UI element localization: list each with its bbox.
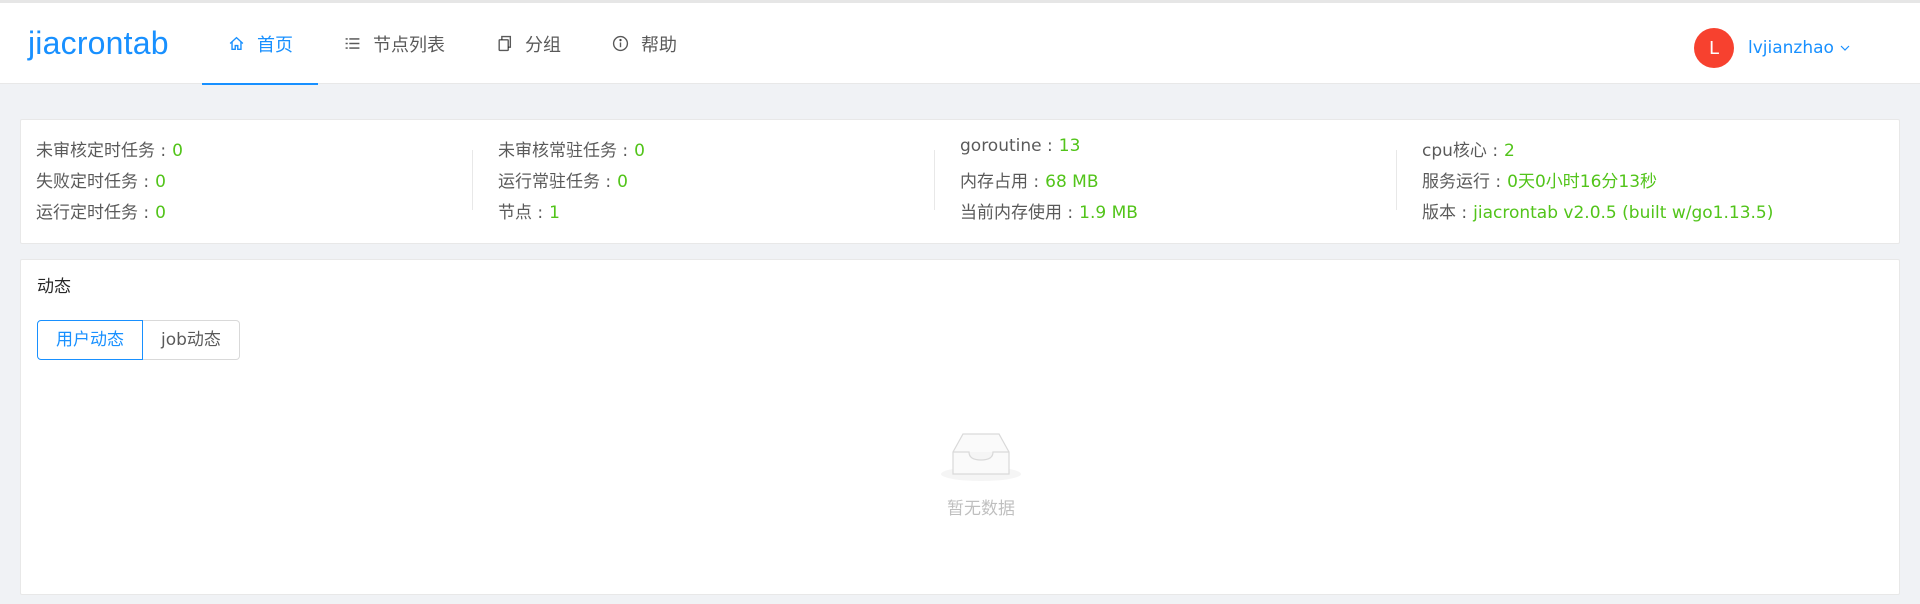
tab-user-activity[interactable]: 用户动态 [37, 320, 143, 360]
info-circle-icon [611, 35, 629, 53]
stat-failed-crontab: 失败定时任务 :0 [36, 172, 166, 192]
stats-column-runtime: goroutine :13 内存占用 :68 MB 当前内存使用 :1.9 MB [960, 136, 1138, 229]
stats-column-system: cpu核心 :2 服务运行 :0天0小时16分13秒 版本 : jiacronta… [1422, 136, 1773, 229]
avatar[interactable]: L [1694, 28, 1734, 68]
stat-running-daemon: 运行常驻任务 :0 [498, 172, 628, 192]
divider [472, 150, 473, 210]
nav-item-groups[interactable]: 分组 [470, 3, 586, 84]
stats-card: 未审核定时任务 :0 失败定时任务 :0 运行定时任务 :0 未审核常驻任务 :… [20, 119, 1900, 244]
empty-text: 暂无数据 [947, 499, 1015, 519]
stat-current-memory: 当前内存使用 :1.9 MB [960, 203, 1138, 223]
stat-memory-usage: 内存占用 :68 MB [960, 172, 1099, 192]
home-icon [227, 35, 245, 53]
nav-item-node-list[interactable]: 节点列表 [318, 3, 470, 84]
tab-job-activity[interactable]: job动态 [143, 320, 240, 360]
divider [934, 150, 935, 210]
stat-goroutine: goroutine :13 [960, 136, 1081, 156]
empty-state: 暂无数据 [921, 430, 1041, 519]
nav-item-label: 分组 [525, 34, 561, 56]
stat-cpu-cores: cpu核心 :2 [1422, 141, 1515, 161]
stat-unaudited-crontab: 未审核定时任务 :0 [36, 141, 183, 161]
list-icon [343, 35, 361, 53]
stat-running-crontab: 运行定时任务 :0 [36, 203, 166, 223]
activity-tab-group: 用户动态 job动态 [37, 320, 240, 360]
nav-item-home[interactable]: 首页 [202, 3, 318, 85]
activity-title: 动态 [37, 277, 71, 297]
stats-column-jobs: 未审核定时任务 :0 失败定时任务 :0 运行定时任务 :0 [36, 136, 183, 229]
chevron-down-icon [1840, 45, 1850, 51]
nav-item-label: 首页 [257, 34, 293, 56]
divider [1396, 150, 1397, 210]
user-menu[interactable]: L lvjianzhao [1694, 28, 1851, 68]
copy-icon [495, 35, 513, 53]
stat-nodes: 节点 :1 [498, 203, 560, 223]
app-header: jiacrontab 首页 节点列表 分组 帮助 L lvjianzhao [0, 3, 1920, 85]
stats-column-daemon: 未审核常驻任务 :0 运行常驻任务 :0 节点 :1 [498, 136, 645, 229]
stat-version: 版本 : jiacrontab v2.0.5 (built w/go1.13.5) [1422, 203, 1774, 223]
nav-item-label: 节点列表 [373, 34, 445, 56]
stat-uptime: 服务运行 :0天0小时16分13秒 [1422, 172, 1658, 192]
username[interactable]: lvjianzhao [1748, 38, 1834, 58]
app-logo[interactable]: jiacrontab [28, 25, 169, 62]
nav-item-help[interactable]: 帮助 [586, 3, 702, 84]
main-nav: 首页 节点列表 分组 帮助 [202, 3, 702, 85]
empty-inbox-icon [941, 433, 1021, 481]
nav-item-label: 帮助 [641, 34, 677, 56]
stat-unaudited-daemon: 未审核常驻任务 :0 [498, 141, 645, 161]
activity-card: 动态 用户动态 job动态 暂无数据 [20, 259, 1900, 595]
